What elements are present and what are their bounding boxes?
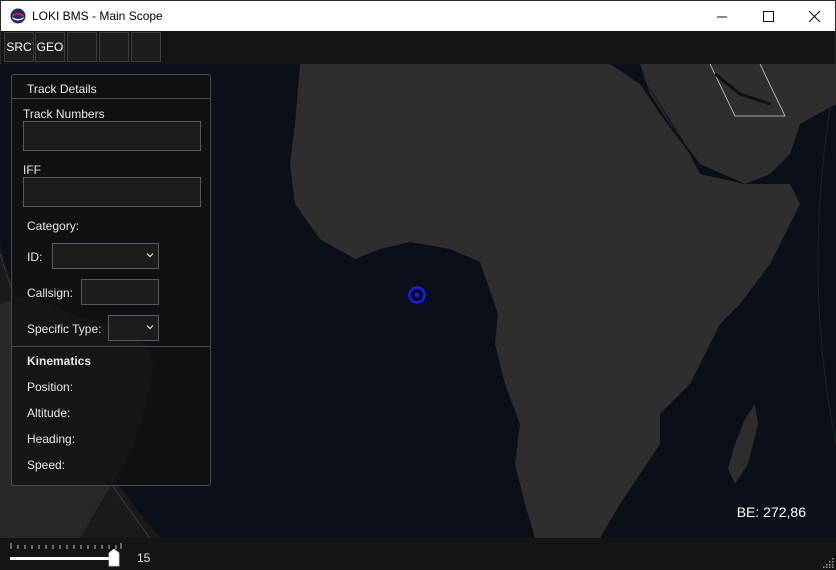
- zoom-slider-track[interactable]: [10, 557, 116, 560]
- zoom-slider-ticks: [10, 543, 122, 549]
- id-label: ID:: [27, 250, 43, 264]
- track-numbers-field[interactable]: [23, 121, 201, 151]
- specific-type-select[interactable]: [108, 315, 159, 341]
- section-divider: [12, 346, 210, 347]
- kinematics-heading: Kinematics: [27, 354, 92, 368]
- toolbar-button-3[interactable]: [67, 32, 97, 62]
- geo-button[interactable]: GEO: [35, 32, 65, 62]
- track-details-panel: Track Details Track Numbers IFF Category…: [11, 74, 211, 486]
- category-label: Category:: [27, 219, 80, 233]
- minimize-icon: [716, 16, 727, 17]
- toolbar: SRC GEO: [0, 31, 836, 64]
- callsign-field[interactable]: [81, 279, 159, 305]
- position-label: Position:: [27, 380, 74, 394]
- panel-header: Track Details: [12, 75, 210, 99]
- status-bar: [0, 538, 836, 570]
- close-icon: [808, 10, 820, 22]
- window-title: LOKI BMS - Main Scope: [32, 9, 163, 23]
- zoom-slider-thumb[interactable]: [108, 549, 120, 567]
- chevron-down-icon: [146, 325, 154, 330]
- maximize-button[interactable]: [745, 1, 791, 31]
- track-numbers-label: Track Numbers: [23, 107, 105, 121]
- heading-label: Heading:: [27, 432, 76, 446]
- track-marker[interactable]: [408, 286, 426, 304]
- title-bar: LOKI BMS - Main Scope: [0, 0, 836, 31]
- iff-field[interactable]: [23, 177, 201, 207]
- altitude-label: Altitude:: [27, 406, 71, 420]
- specific-type-label: Specific Type:: [27, 322, 102, 336]
- callsign-label: Callsign:: [27, 286, 74, 300]
- toolbar-button-4[interactable]: [99, 32, 129, 62]
- speed-label: Speed:: [27, 458, 66, 472]
- loki-logo-icon: [10, 8, 26, 24]
- chevron-down-icon: [146, 253, 154, 258]
- zoom-value: 15: [137, 551, 151, 565]
- panel-title: Track Details: [27, 82, 97, 96]
- minimize-button[interactable]: [699, 1, 745, 31]
- resize-grip-icon[interactable]: [823, 557, 834, 568]
- close-button[interactable]: [791, 1, 836, 31]
- iff-label: IFF: [23, 163, 41, 177]
- toolbar-button-5[interactable]: [131, 32, 161, 62]
- maximize-icon: [762, 10, 774, 22]
- src-button[interactable]: SRC: [4, 32, 34, 62]
- id-select[interactable]: [52, 243, 159, 269]
- bullseye-readout: BE: 272,86: [736, 504, 806, 520]
